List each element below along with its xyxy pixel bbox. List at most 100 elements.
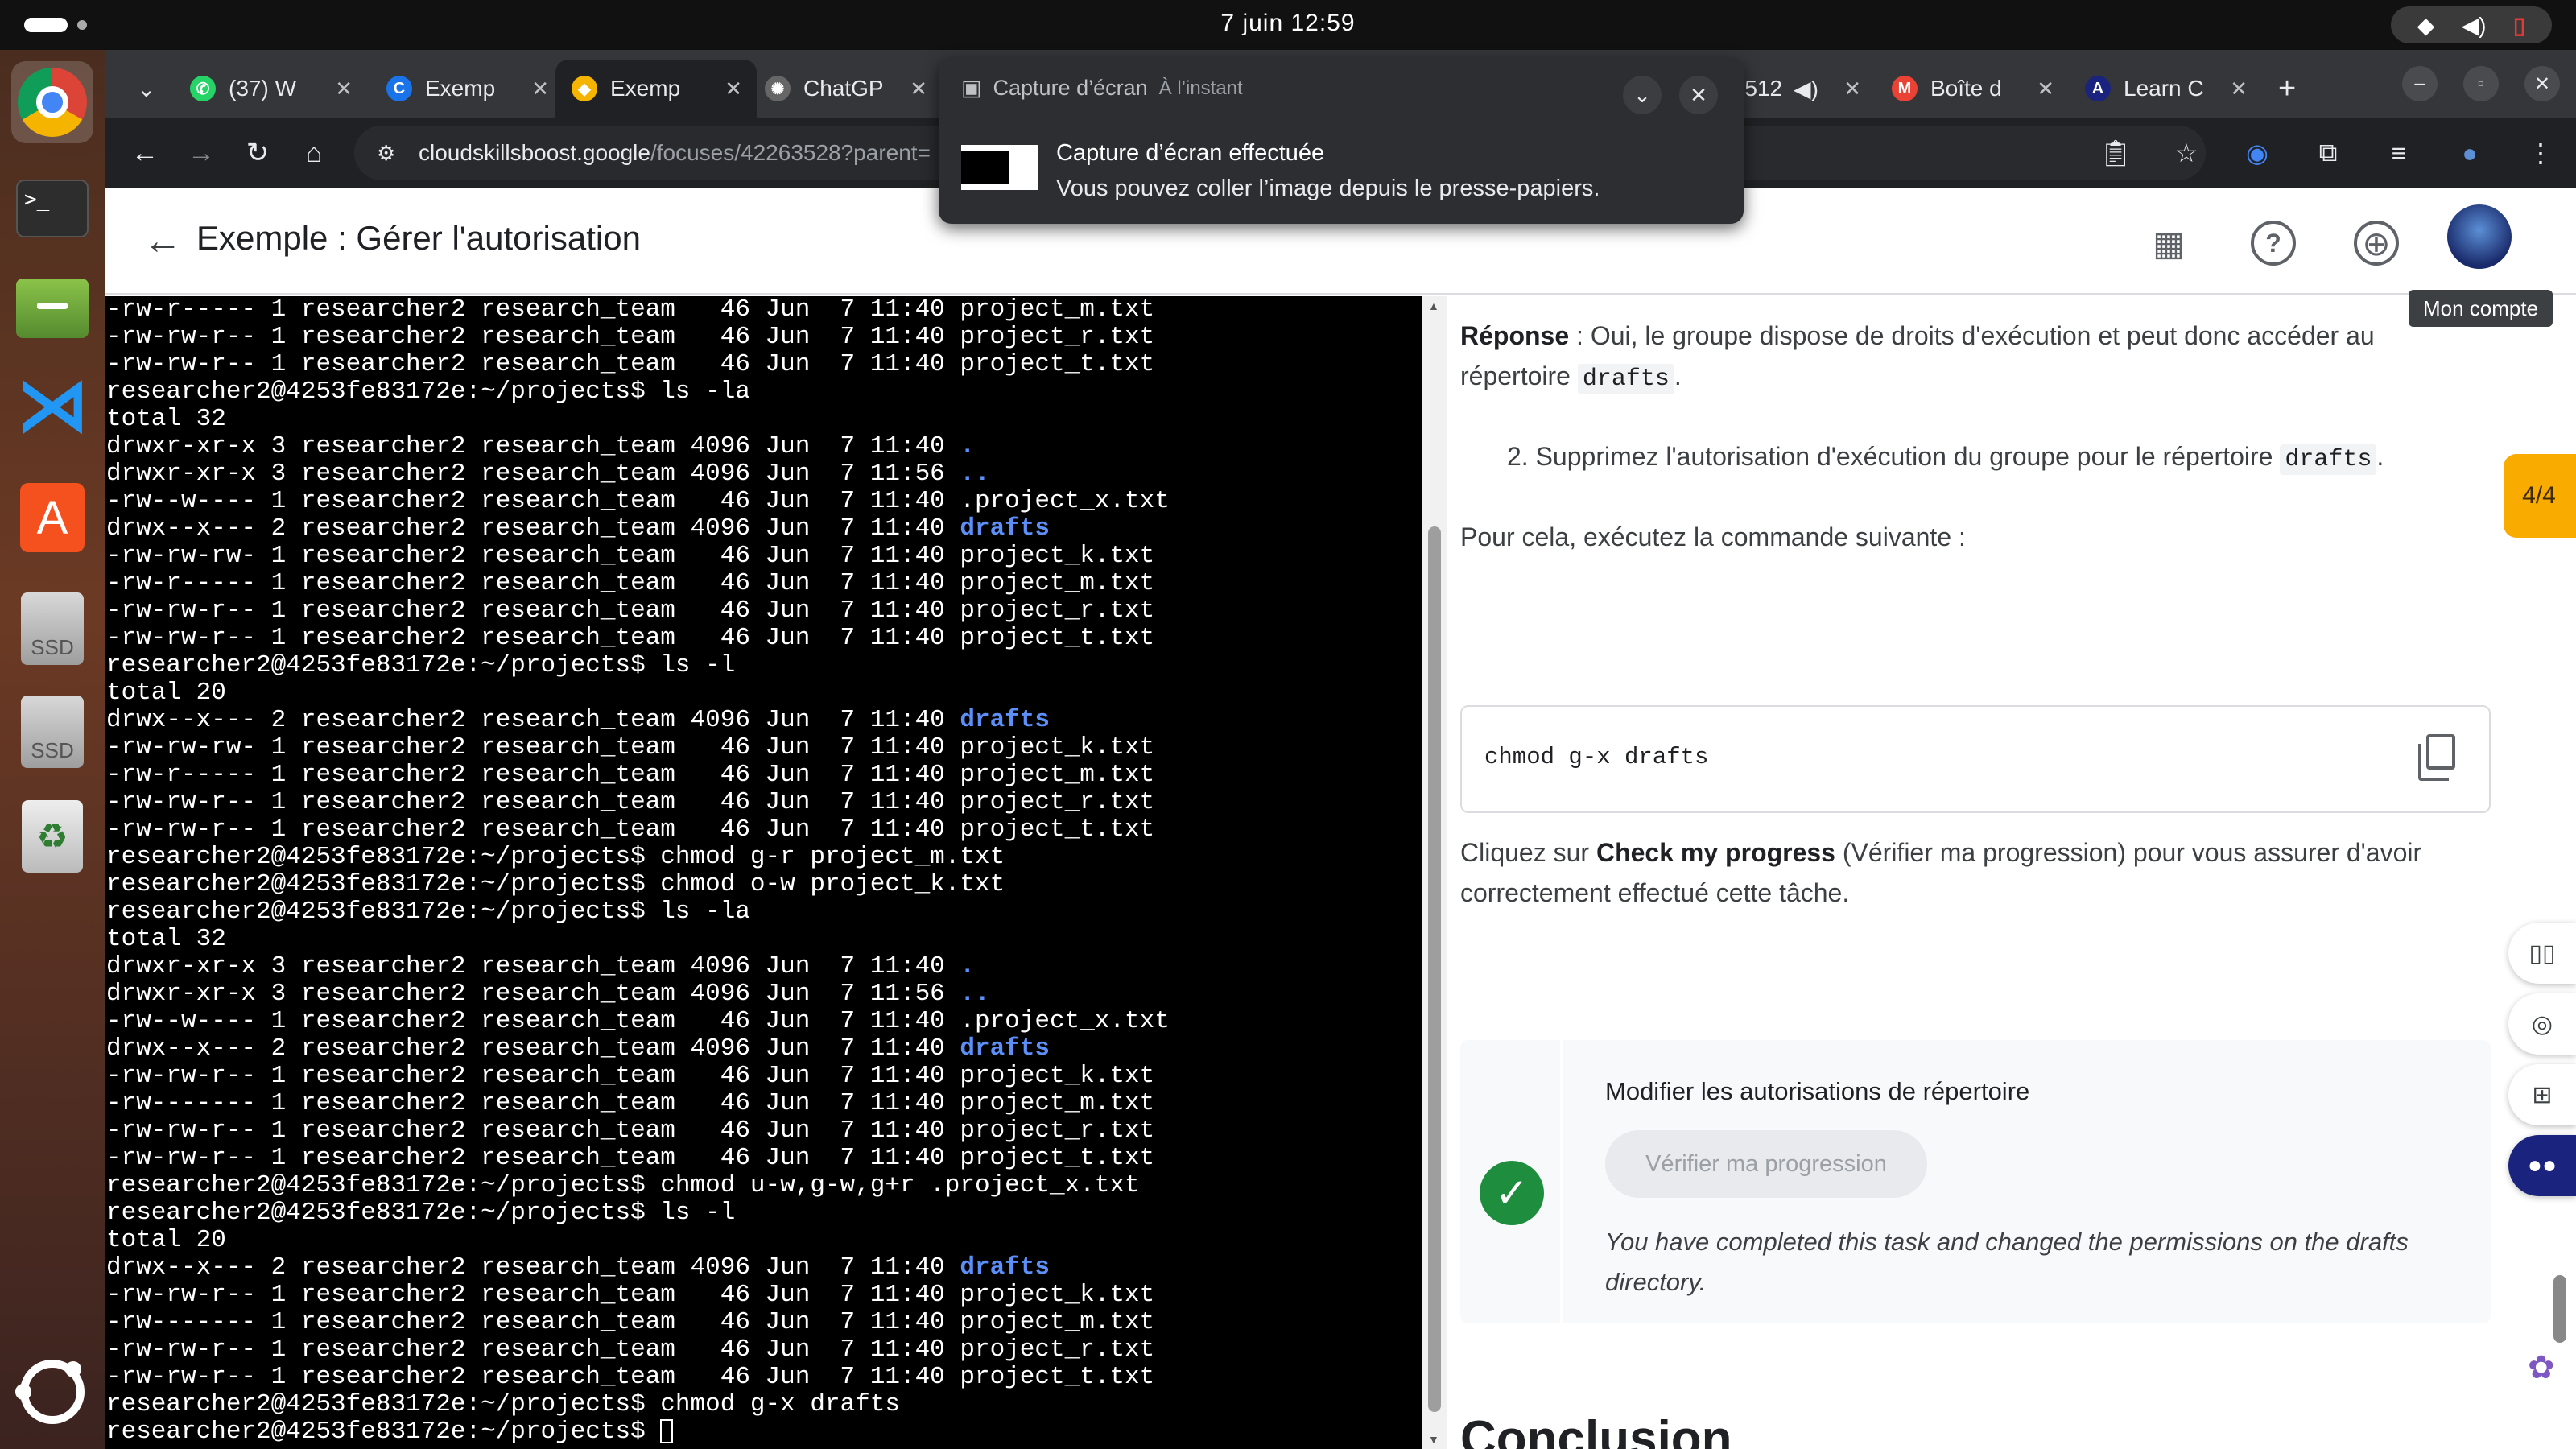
close-icon[interactable]: ✕ <box>1843 76 1861 101</box>
url-host: cloudskillsboost.google <box>419 140 650 165</box>
home-button[interactable]: ⌂ <box>295 134 333 172</box>
terminal-line: drwxr-xr-x 3 researcher2 research_team 4… <box>106 980 990 1008</box>
close-icon[interactable]: ✕ <box>2230 76 2248 101</box>
help-icon[interactable]: ? <box>2251 221 2296 266</box>
system-tray[interactable]: ◆ ◀) ▯ <box>2391 6 2552 43</box>
extensions-puzzle-icon[interactable]: ⧉ <box>2309 134 2347 172</box>
profile-avatar-icon[interactable]: ● <box>2450 134 2489 172</box>
tab-search-button[interactable]: ⌄ <box>121 60 169 118</box>
battery-icon: ▯ <box>2512 12 2526 38</box>
side-grid-button[interactable]: ⊞ <box>2508 1064 2576 1125</box>
scroll-up-arrow-icon[interactable]: ▲ <box>1428 299 1439 312</box>
close-icon[interactable]: ✕ <box>531 76 549 101</box>
arrow-right-icon: → <box>188 137 215 168</box>
copy-icon[interactable] <box>2418 734 2455 781</box>
dock-files[interactable] <box>11 267 93 349</box>
tab-chatgpt[interactable]: ✺ ChatGP ✕ <box>749 60 942 118</box>
close-icon[interactable]: ✕ <box>2037 76 2054 101</box>
code-command[interactable]: chmod g-x drafts <box>1484 744 1708 770</box>
tab-coursera[interactable]: C Exemp ✕ <box>370 60 564 118</box>
dock-chrome[interactable] <box>11 61 93 143</box>
tab-gmail[interactable]: M Boîte d ✕ <box>1876 60 2069 118</box>
tab-cloudskillsboost[interactable]: ◆ Exemp ✕ <box>555 60 757 118</box>
tab-label: Exemp <box>425 76 496 101</box>
language-globe-icon[interactable]: ⊕ <box>2354 221 2399 266</box>
home-icon: ⌂ <box>305 137 323 168</box>
screenshot-thumbnail[interactable] <box>961 145 1038 190</box>
bookmark-star-icon[interactable]: ☆ <box>2167 134 2206 172</box>
side-broadcast-button[interactable]: ◎ <box>2508 993 2576 1055</box>
screenshot-notification[interactable]: ▣ Capture d’écran À l’instant ⌄ ✕ Captur… <box>939 58 1744 224</box>
url-path: /focuses/42263528?parent= <box>650 140 931 165</box>
directory-name: drafts <box>960 1253 1050 1282</box>
notification-body: Vous pouvez coller l’image depuis le pre… <box>1056 175 1600 201</box>
brain-extension-icon[interactable]: ✿ <box>2528 1349 2555 1386</box>
close-icon[interactable]: ✕ <box>724 76 742 101</box>
coursera-icon: C <box>386 76 412 101</box>
learn-icon: A <box>2085 76 2111 101</box>
terminal-line: -rw-rw-r-- 1 researcher2 research_team 4… <box>106 323 1155 351</box>
ubuntu-logo-icon <box>15 1360 85 1424</box>
system-clock[interactable]: 7 juin 12:59 <box>0 10 2576 37</box>
plus-icon: + <box>2278 71 2297 105</box>
window-close-button[interactable]: ✕ <box>2524 66 2560 101</box>
expand-notification-button[interactable]: ⌄ <box>1623 76 1662 114</box>
side-assistant-button[interactable]: ●● <box>2508 1135 2576 1196</box>
answer-text: répertoire <box>1460 361 1578 390</box>
minimize-button[interactable]: – <box>2402 66 2438 101</box>
openai-icon: ✺ <box>765 76 791 101</box>
extension-color-icon[interactable]: ◉ <box>2238 134 2277 172</box>
terminal-line: researcher2@4253fe83172e:~/projects$ ls … <box>106 898 750 926</box>
side-book-button[interactable]: ▯▯ <box>2508 923 2576 984</box>
clipboard-icon[interactable]: 📋︎ <box>2096 134 2135 172</box>
menu-kebab-icon[interactable]: ⋮ <box>2521 134 2560 172</box>
inline-code: drafts <box>1577 364 1674 394</box>
notification-title: Capture d’écran effectuée <box>1056 140 1325 166</box>
terminal-line: -rw------- 1 researcher2 research_team 4… <box>106 1308 1155 1336</box>
app-center-icon: A <box>20 483 85 552</box>
close-icon[interactable]: ✕ <box>335 76 353 101</box>
forward-button[interactable]: → <box>182 134 221 172</box>
page-scroll-thumb[interactable] <box>2553 1275 2566 1343</box>
terminal-line: -rw-rw-r-- 1 researcher2 research_team 4… <box>106 1281 1155 1309</box>
scroll-down-arrow-icon[interactable]: ▼ <box>1428 1433 1439 1446</box>
tab-whatsapp[interactable]: ✆ (37) W ✕ <box>174 60 367 118</box>
dock-app-center[interactable]: A <box>11 477 93 559</box>
terminal-line: -rw-rw-r-- 1 researcher2 research_team 4… <box>106 815 1155 844</box>
media-queue-icon[interactable]: ≡ <box>2380 134 2418 172</box>
site-info-icon[interactable]: ⚙ <box>377 141 395 166</box>
dock-ssd-1[interactable]: SSD <box>11 588 93 670</box>
account-avatar[interactable] <box>2447 204 2512 269</box>
dock-show-apps[interactable] <box>11 1351 93 1433</box>
apps-grid-icon[interactable]: ▦ <box>2146 221 2191 266</box>
terminal-scrollbar[interactable]: ▲ ▼ <box>1422 296 1447 1449</box>
terminal-line: researcher2@4253fe83172e:~/projects$ chm… <box>106 843 1005 871</box>
dock-ssd-2[interactable]: SSD <box>11 691 93 773</box>
page-back-button[interactable]: ← <box>143 219 182 263</box>
terminal-line: -rw-rw-rw- 1 researcher2 research_team 4… <box>106 733 1155 762</box>
dock-trash[interactable]: ♻ <box>11 795 93 877</box>
terminal-line: -rw-rw-r-- 1 researcher2 research_team 4… <box>106 1363 1155 1391</box>
close-notification-button[interactable]: ✕ <box>1679 76 1718 114</box>
terminal-line: -rw-rw-r-- 1 researcher2 research_team 4… <box>106 1117 1155 1145</box>
tab-learn[interactable]: A Learn C ✕ <box>2069 60 2262 118</box>
reload-button[interactable]: ↻ <box>238 134 277 172</box>
terminal-panel[interactable]: -rw-r----- 1 researcher2 research_team 4… <box>105 296 1422 1449</box>
terminal-line: -rw-rw-r-- 1 researcher2 research_team 4… <box>106 1062 1155 1090</box>
run-command-text: Pour cela, exécutez la commande suivante… <box>1460 522 1966 551</box>
close-icon[interactable]: ✕ <box>910 76 927 101</box>
verify-progress-button[interactable]: Vérifier ma progression <box>1605 1130 1927 1198</box>
checkmark-icon: ✓ <box>1480 1161 1544 1225</box>
terminal-line: -rw-rw-rw- 1 researcher2 research_team 4… <box>106 542 1155 570</box>
terminal-scroll-thumb[interactable] <box>1428 526 1441 1412</box>
new-tab-button[interactable]: + <box>2262 60 2318 118</box>
dock-terminal[interactable]: >_ <box>11 167 93 250</box>
step-indicator-tab[interactable]: 4/4 <box>2504 454 2576 538</box>
terminal-line: drwx--x--- 2 researcher2 research_team 4… <box>106 1034 1050 1063</box>
terminal-line: researcher2@4253fe83172e:~/projects$ ls … <box>106 1199 736 1227</box>
back-button[interactable]: ← <box>126 134 164 172</box>
maximize-button[interactable]: ▫ <box>2463 66 2499 101</box>
terminal-output: -rw-r----- 1 researcher2 research_team 4… <box>106 296 1394 1446</box>
dock-vscode[interactable]: ⋊ <box>11 364 93 446</box>
check-progress-text: Cliquez sur Check my progress (Vérifier … <box>1460 832 2421 913</box>
